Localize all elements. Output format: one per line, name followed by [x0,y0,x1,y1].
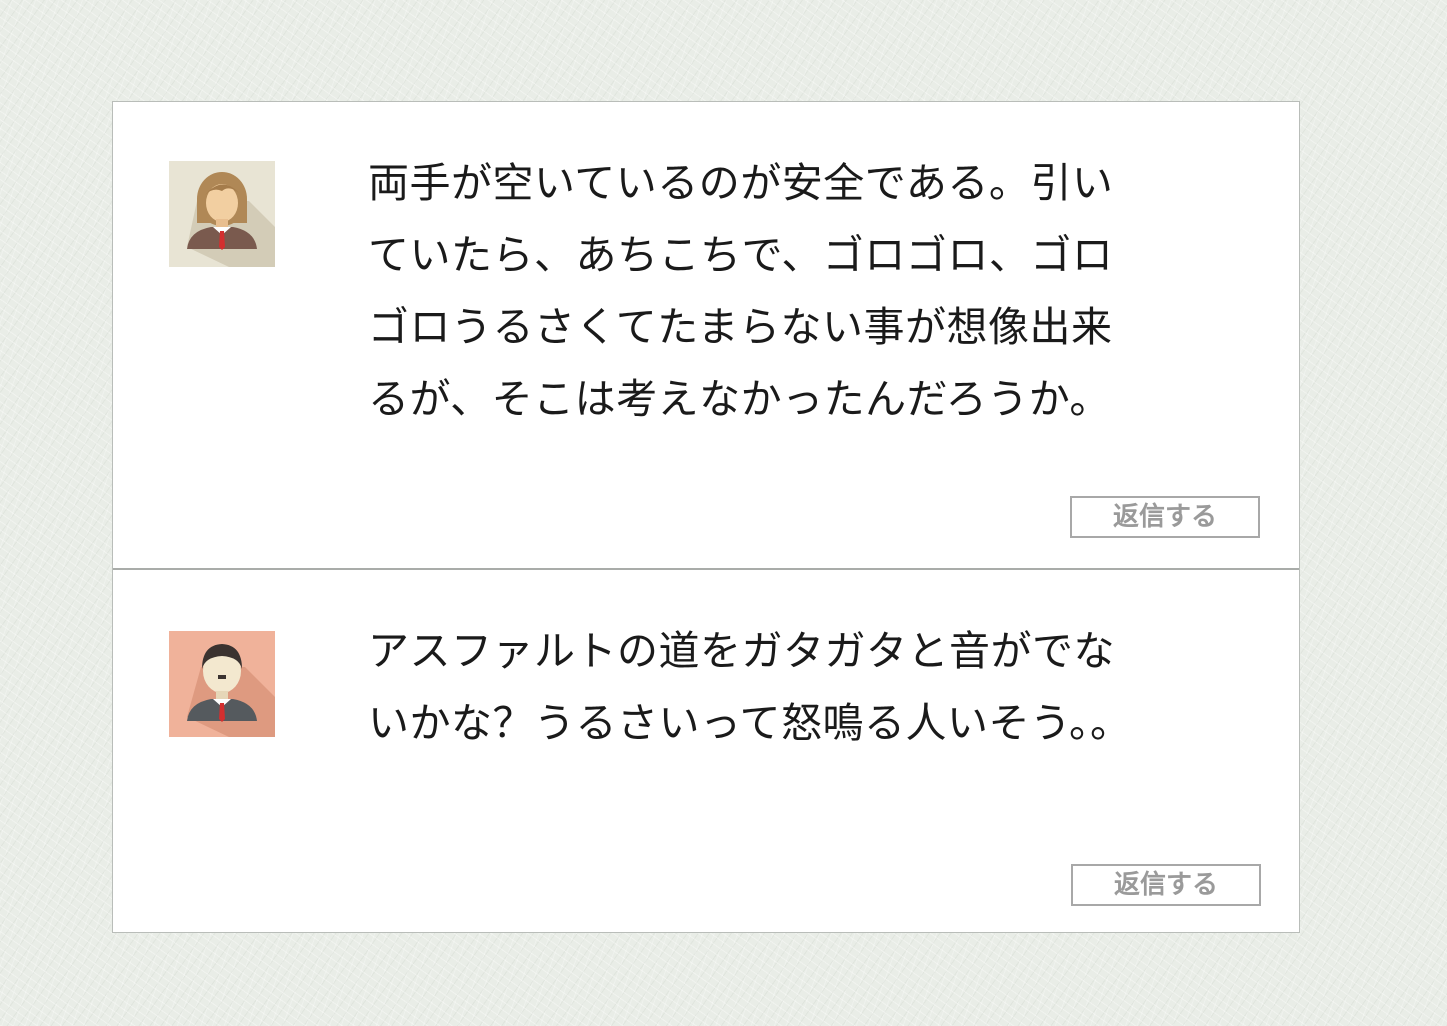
comment-item: アスファルトの道をガタガタと音がでないかな？うるさいって怒鳴る人いそう。。 返信… [113,568,1299,932]
reply-button[interactable]: 返信する [1071,864,1261,906]
comment-text: アスファルトの道をガタガタと音がでないかな？うるさいって怒鳴る人いそう。。 [368,627,1132,747]
comment-thread: 両手が空いているのが安全である。引いていたら、あちこちで、ゴロゴロ、ゴロゴロうる… [112,101,1300,933]
woman-user-icon [169,161,275,267]
comment-item: 両手が空いているのが安全である。引いていたら、あちこちで、ゴロゴロ、ゴロゴロうる… [113,102,1299,568]
man-user-icon [169,631,275,737]
reply-button[interactable]: 返信する [1070,496,1260,538]
comment-text: 両手が空いているのが安全である。引いていたら、あちこちで、ゴロゴロ、ゴロゴロうる… [368,159,1114,423]
